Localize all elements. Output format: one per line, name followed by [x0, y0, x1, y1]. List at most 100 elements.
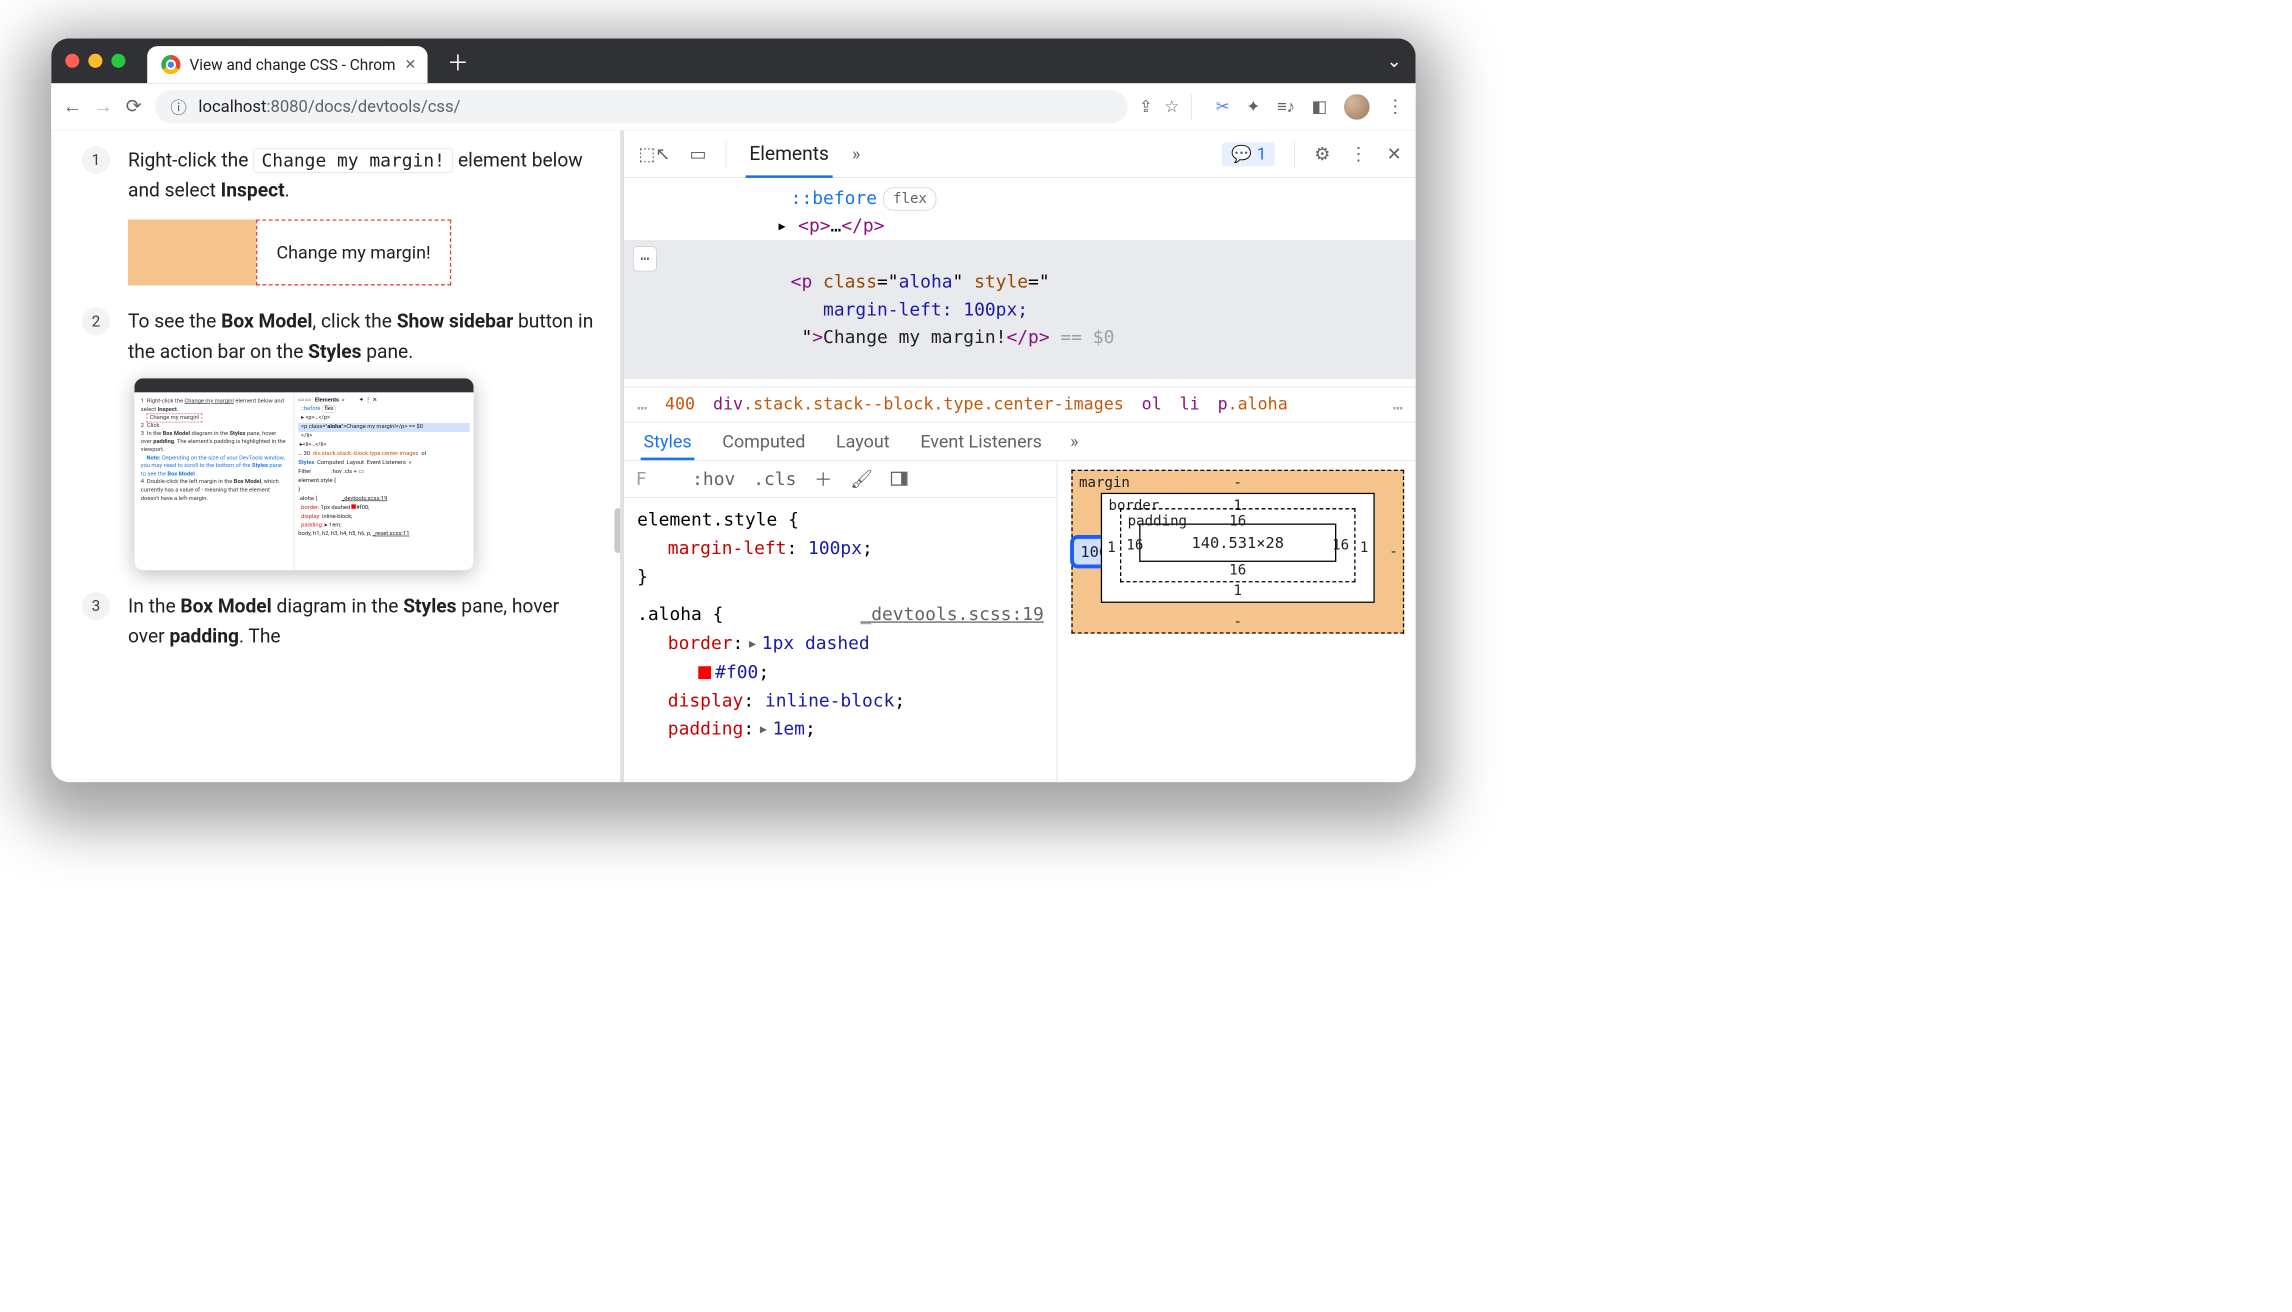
- t: margin-left: [668, 537, 787, 558]
- paint-icon[interactable]: 🖌: [850, 468, 873, 489]
- elements-tab[interactable]: Elements: [745, 131, 832, 176]
- url-host: localhost: [198, 97, 266, 116]
- styles-tab[interactable]: Styles: [641, 423, 694, 459]
- hov-toggle[interactable]: :hov: [692, 468, 735, 489]
- docs-pane: 1 Right-click the Change my margin! elem…: [51, 131, 624, 783]
- t: 100px: [808, 537, 862, 558]
- forward-button: →: [93, 95, 112, 117]
- back-button[interactable]: ←: [63, 95, 82, 117]
- t: margin-left: 100px;: [823, 299, 1028, 320]
- t: padding: [169, 625, 239, 647]
- issues-badge[interactable]: 💬 1: [1222, 142, 1275, 166]
- scrollbar-handle[interactable]: [615, 508, 623, 553]
- device-toolbar-icon[interactable]: ▭: [690, 143, 707, 164]
- dom-breadcrumb[interactable]: … 400 div.stack.stack--block.type.center…: [624, 386, 1415, 422]
- margin-bottom-val[interactable]: -: [1234, 614, 1242, 630]
- t: pane.: [361, 340, 413, 362]
- crumb-400[interactable]: 400: [665, 395, 695, 414]
- window-menu-chevron-icon[interactable]: ⌄: [1387, 50, 1402, 71]
- margin-top-val[interactable]: -: [1234, 475, 1242, 491]
- t: aloha: [899, 271, 953, 292]
- toolbar-right: ✂ ✦ ≡♪ ◧ ⋮: [1216, 94, 1404, 120]
- side-panel-icon[interactable]: ◧: [1312, 97, 1328, 116]
- reload-button[interactable]: ⟳: [124, 95, 143, 117]
- rule-source-link[interactable]: _devtools.scss:19: [860, 600, 1043, 629]
- crumb-more-right[interactable]: …: [1393, 395, 1403, 414]
- star-icon[interactable]: ☆: [1164, 97, 1179, 116]
- dom-tree[interactable]: ::beforeflex ▸ <p>…</p> ⋯ <p class="aloh…: [624, 178, 1415, 386]
- window-titlebar: View and change CSS - Chrom ✕ ＋ ⌄: [51, 38, 1415, 83]
- margin-right-val[interactable]: -: [1389, 544, 1397, 560]
- inspect-element-icon[interactable]: ⬚↖: [638, 143, 670, 164]
- url-port: :8080: [266, 97, 307, 116]
- border-left-val[interactable]: 1: [1107, 540, 1115, 556]
- padding-left-val[interactable]: 16: [1126, 537, 1143, 553]
- change-my-margin-element[interactable]: Change my margin!: [256, 220, 451, 286]
- t: 1em: [773, 718, 805, 739]
- close-devtools-icon[interactable]: ✕: [1387, 143, 1402, 164]
- step-number: 2: [82, 307, 110, 335]
- t: class: [823, 271, 877, 292]
- filter-input[interactable]: F: [636, 468, 674, 489]
- padding-top-val[interactable]: 16: [1229, 513, 1246, 529]
- padding-right-val[interactable]: 16: [1332, 537, 1349, 553]
- url-input[interactable]: ⓘ localhost:8080/docs/devtools/css/: [155, 90, 1128, 123]
- border-right-val[interactable]: 1: [1360, 540, 1368, 556]
- t: , click the: [312, 311, 396, 333]
- color-swatch[interactable]: [699, 666, 712, 679]
- step-3: 3 In the Box Model diagram in the Styles…: [82, 592, 597, 652]
- box-model-diagram[interactable]: margin - - - 100 border 1 1 1 1: [1071, 470, 1404, 634]
- css-rules[interactable]: element.style { margin-left: 100px; } .a…: [624, 498, 1056, 752]
- new-rule-icon[interactable]: ＋: [814, 466, 832, 492]
- extensions-icon[interactable]: ✦: [1246, 97, 1260, 116]
- close-tab-icon[interactable]: ✕: [404, 57, 416, 73]
- step-2: 2 To see the Box Model, click the Show s…: [82, 307, 597, 570]
- browser-tab[interactable]: View and change CSS - Chrom ✕: [147, 46, 428, 83]
- computed-tab[interactable]: Computed: [720, 423, 808, 459]
- t: #f00: [715, 661, 758, 682]
- crumb-li[interactable]: li: [1180, 395, 1200, 414]
- settings-icon[interactable]: ⚙: [1314, 143, 1330, 164]
- t: Styles: [308, 340, 361, 362]
- site-info-icon[interactable]: ⓘ: [170, 95, 187, 119]
- border-bottom-val[interactable]: 1: [1234, 583, 1242, 599]
- cls-toggle[interactable]: .cls: [753, 468, 796, 489]
- more-tabs-icon[interactable]: »: [852, 143, 860, 164]
- step1-text3: .: [285, 179, 290, 201]
- t: diagram in the: [272, 595, 404, 617]
- address-bar: ← → ⟳ ⓘ localhost:8080/docs/devtools/css…: [51, 83, 1415, 130]
- chrome-favicon-icon: [161, 55, 180, 74]
- selected-dom-node[interactable]: ⋯ <p class="aloha" style=" margin-left: …: [624, 240, 1415, 379]
- browser-menu-icon[interactable]: ⋮: [1386, 96, 1404, 117]
- reading-list-icon[interactable]: ≡♪: [1277, 97, 1295, 117]
- close-window-button[interactable]: [65, 54, 79, 68]
- layout-tab[interactable]: Layout: [833, 423, 892, 459]
- flex-badge[interactable]: flex: [883, 188, 936, 211]
- minimize-window-button[interactable]: [88, 54, 102, 68]
- crumb-more[interactable]: …: [637, 395, 647, 414]
- padding-bottom-val[interactable]: 16: [1229, 562, 1246, 578]
- profile-avatar[interactable]: [1344, 94, 1370, 120]
- styles-body: F :hov .cls ＋ 🖌 element.style { margin-l…: [624, 461, 1415, 782]
- t: Show sidebar: [397, 311, 514, 333]
- dom-before: ::before: [791, 188, 877, 209]
- scissors-icon[interactable]: ✂: [1216, 97, 1230, 116]
- more-subtabs-icon[interactable]: »: [1070, 431, 1078, 452]
- new-tab-button[interactable]: ＋: [447, 45, 469, 76]
- issues-count: 1: [1257, 144, 1266, 163]
- t: == $0: [1050, 326, 1115, 347]
- t: Change my margin!: [823, 326, 1006, 347]
- t: Box Model: [221, 311, 312, 333]
- t: Styles: [403, 595, 456, 617]
- t: display: [668, 690, 744, 711]
- separator: [1294, 141, 1295, 167]
- event-listeners-tab[interactable]: Event Listeners: [918, 423, 1045, 459]
- expand-button[interactable]: ⋯: [633, 246, 656, 271]
- crumb-ol[interactable]: ol: [1142, 395, 1162, 414]
- t: Box Model: [180, 595, 271, 617]
- kebab-icon[interactable]: ⋮: [1349, 143, 1367, 164]
- maximize-window-button[interactable]: [111, 54, 125, 68]
- toggle-sidebar-icon[interactable]: [891, 472, 908, 486]
- share-icon[interactable]: ⇪: [1139, 97, 1153, 116]
- url-path: /docs/devtools/css/: [308, 97, 461, 116]
